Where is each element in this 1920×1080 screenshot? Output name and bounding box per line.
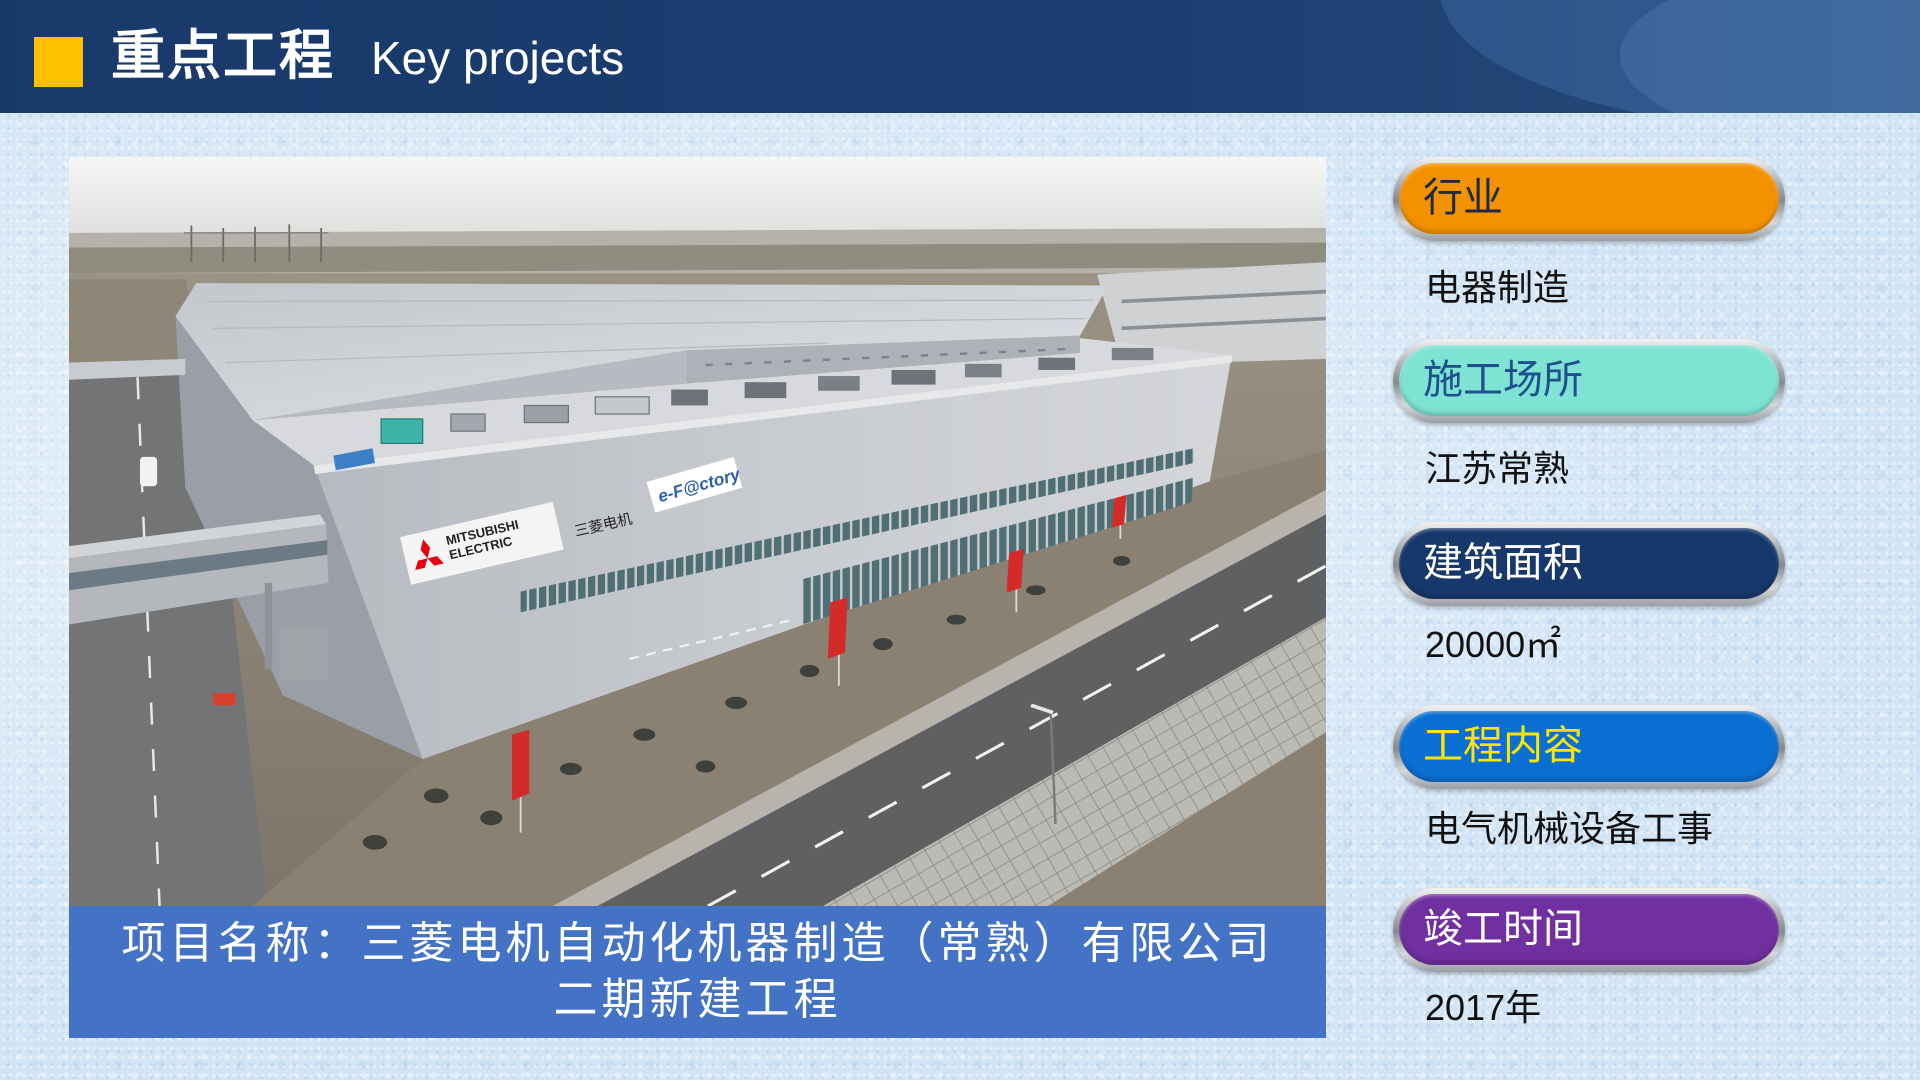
floor-area-value: 20000㎡	[1425, 624, 1562, 665]
shrub	[1026, 585, 1046, 596]
location-value: 江苏常熟	[1425, 448, 1570, 489]
shrub	[1113, 555, 1131, 566]
rooftop-unit	[964, 363, 1002, 378]
rooftop-unit	[523, 404, 569, 424]
scope-pill-fill: 工程内容	[1399, 711, 1779, 782]
shrub	[946, 614, 967, 625]
scope-pill: 工程内容	[1393, 705, 1785, 789]
project-photo-illustration: MITSUBISHI ELECTRIC 三菱电机 e-F@ctory	[69, 157, 1326, 906]
slide: { "header": { "title_cn": "重点工程", "title…	[0, 0, 1920, 1080]
rooftop-unit	[891, 369, 936, 385]
rooftop-duct	[594, 396, 650, 415]
location-label: 施工场所	[1423, 358, 1583, 402]
shrub	[559, 762, 582, 776]
completion-value: 2017年	[1425, 987, 1542, 1028]
page-subtitle: Key projects	[371, 32, 625, 84]
page-title: 重点工程	[111, 26, 335, 86]
shrub	[480, 810, 503, 826]
location-pill: 施工场所	[1393, 339, 1785, 423]
industry-value: 电器制造	[1425, 267, 1570, 308]
scope-label: 工程内容	[1423, 724, 1583, 768]
walkway-support	[264, 582, 273, 669]
rooftop-unit	[671, 389, 708, 406]
shrub	[695, 760, 716, 773]
project-photo: MITSUBISHI ELECTRIC 三菱电机 e-F@ctory	[69, 157, 1326, 906]
shrub	[423, 788, 449, 804]
completion-pill-fill: 竣工时间	[1399, 894, 1779, 965]
scope-value: 电气机械设备工事	[1425, 808, 1714, 849]
industry-label: 行业	[1423, 176, 1503, 220]
header-decor-arc	[1620, 0, 1920, 113]
rooftop-generator	[380, 418, 424, 444]
rooftop-unit	[1111, 347, 1154, 361]
project-caption: 项目名称：三菱电机自动化机器制造（常熟）有限公司 二期新建工程	[69, 906, 1326, 1038]
floor-area-pill: 建筑面积	[1393, 522, 1785, 606]
shrub	[725, 696, 748, 709]
rooftop-unit	[1038, 357, 1076, 370]
rooftop-unit	[744, 382, 787, 399]
location-pill-fill: 施工场所	[1399, 345, 1779, 416]
project-name-line2: 二期新建工程	[553, 975, 842, 1024]
industry-pill: 行业	[1393, 157, 1785, 241]
parked-car	[139, 456, 158, 487]
floor-area-label: 建筑面积	[1423, 541, 1583, 585]
shrub	[799, 664, 820, 678]
header-bar: 重点工程 Key projects	[0, 0, 1920, 113]
project-name-line1: 项目名称：三菱电机自动化机器制造（常熟）有限公司	[121, 919, 1274, 968]
shrub	[873, 637, 893, 651]
stair-tower	[279, 626, 329, 681]
red-flag	[1006, 548, 1024, 593]
completion-pill: 竣工时间	[1393, 888, 1785, 972]
title-marker-square	[34, 37, 83, 87]
shrub	[633, 728, 656, 741]
scissor-lift	[213, 693, 236, 706]
rooftop-unit	[450, 413, 486, 432]
red-flag	[512, 729, 530, 801]
floor-area-pill-fill: 建筑面积	[1399, 528, 1779, 599]
industry-pill-fill: 行业	[1399, 163, 1779, 234]
shrub	[362, 835, 388, 850]
red-flag	[827, 597, 848, 659]
rooftop-unit	[818, 376, 860, 391]
completion-label: 竣工时间	[1423, 907, 1583, 951]
